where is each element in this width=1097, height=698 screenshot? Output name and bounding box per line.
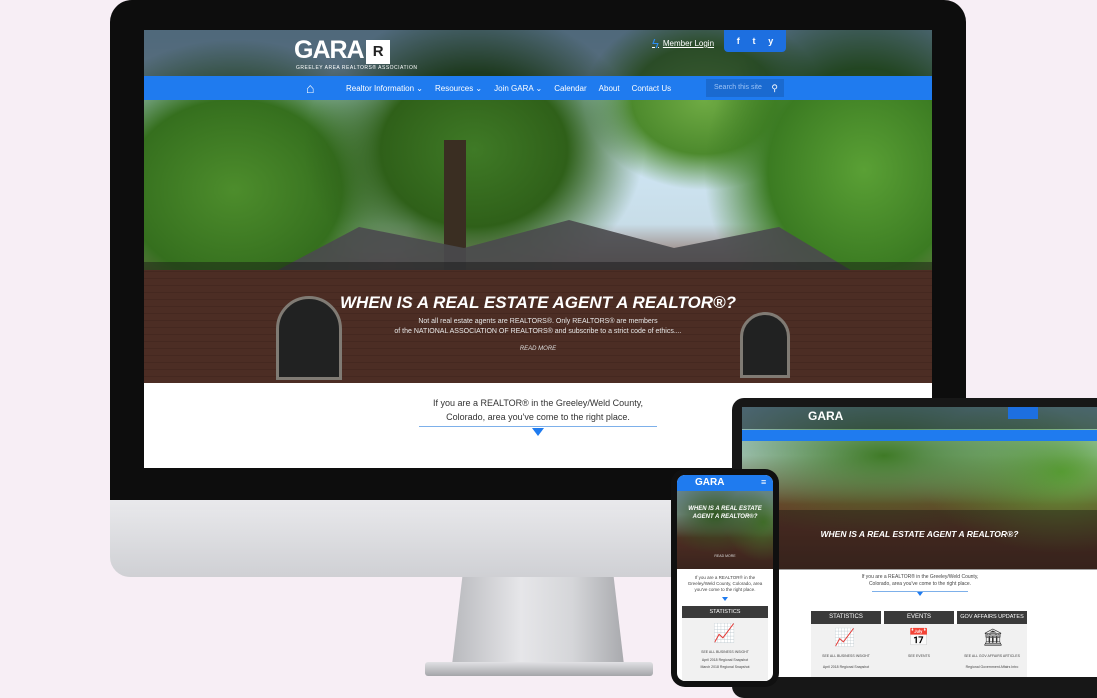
phone-read-more[interactable]: READ MORE (677, 554, 773, 558)
tablet-header (742, 407, 1097, 429)
site-logo[interactable]: GARA R (294, 36, 390, 65)
panel-events-link[interactable]: SEE EVENTS (884, 654, 954, 658)
tablet-nav (742, 430, 1097, 441)
nav-contact-us[interactable]: Contact Us (632, 84, 672, 93)
search-icon[interactable]: ⚲ (771, 79, 778, 97)
nav-join-gara[interactable]: Join GARA ⌄ (494, 84, 542, 93)
tablet-intro: If you are a REALTOR® in the Greeley/Wel… (861, 574, 979, 587)
panel-statistics-link[interactable]: SEE ALL BUSINESS INSIGHT (811, 654, 881, 658)
phone-panel-sub[interactable]: April 2018 Regional Snapshot (682, 658, 768, 662)
chart-up-icon: 📈 (834, 628, 856, 647)
panel-gov-title: GOV AFFAIRS UPDATES (957, 611, 1027, 624)
panel-gov-sub[interactable]: Regional Government Affairs Intro (957, 665, 1027, 669)
tablet-overlay (742, 510, 1097, 570)
header-bar (144, 30, 932, 76)
intro-text: If you are a REALTOR® in the Greeley/Wel… (374, 396, 702, 424)
youtube-icon[interactable]: y (768, 36, 773, 46)
phone-intro: If you are a REALTOR® in the Greeley/Wel… (687, 575, 763, 592)
nav-calendar[interactable]: Calendar (554, 84, 586, 93)
panel-events-title: EVENTS (884, 611, 954, 624)
scroll-down-icon[interactable] (532, 428, 544, 436)
capitol-icon: 🏛 (982, 628, 1004, 647)
calendar-star-icon: 📅 (908, 628, 930, 647)
imac-foot (425, 662, 653, 676)
intro-divider (419, 426, 657, 427)
phone-headline: WHEN IS A REAL ESTATE AGENT A REALTOR®? (688, 506, 762, 520)
phone-header (677, 475, 773, 491)
tablet-social (1008, 407, 1038, 419)
hero-text: Not all real estate agents are REALTORS®… (324, 317, 752, 337)
phone-panel-title: STATISTICS (682, 606, 768, 618)
hero-headline: WHEN IS A REAL ESTATE AGENT A REALTOR®? (340, 293, 736, 312)
facebook-icon[interactable]: f (737, 36, 740, 46)
home-icon[interactable]: ⌂ (306, 80, 314, 96)
search-placeholder: Search this site (714, 84, 762, 91)
panel-statistics-title: STATISTICS (811, 611, 881, 624)
intro-line: Colorado, area you've come to the right … (446, 412, 630, 422)
tablet-scroll-icon[interactable] (917, 592, 923, 596)
phone-scroll-icon[interactable] (722, 597, 728, 601)
hero-text-line: Not all real estate agents are REALTORS®… (418, 318, 658, 325)
phone-logo[interactable]: GARA (695, 477, 724, 488)
bolt-icon: ϟ (652, 36, 659, 51)
nav-about[interactable]: About (599, 84, 620, 93)
member-login-link[interactable]: ϟ Member Login (652, 36, 714, 51)
hero-text-line: of the NATIONAL ASSOCIATION OF REALTORS®… (394, 328, 682, 335)
social-links: f t y (724, 30, 786, 52)
tablet-screen: GARA WHEN IS A REAL ESTATE AGENT A REALT… (742, 407, 1097, 677)
tablet-headline: WHEN IS A REAL ESTATE AGENT A REALTOR®? (820, 529, 1019, 539)
imac-stand (452, 577, 624, 665)
twitter-icon[interactable]: t (752, 36, 755, 46)
nav-realtor-information[interactable]: Realtor Information ⌄ (346, 84, 423, 93)
nav-items: Realtor Information ⌄ Resources ⌄ Join G… (346, 76, 671, 100)
phone-panel-link[interactable]: SEE ALL BUSINESS INSIGHT (682, 650, 768, 654)
phone-panel-sub[interactable]: March 2018 Regional Snapshot (682, 665, 768, 669)
search-input[interactable]: Search this site ⚲ (706, 79, 784, 97)
panel-gov-link[interactable]: SEE ALL GOV AFFAIRS ARTICLES (957, 654, 1027, 658)
menu-icon[interactable]: ≡ (761, 477, 766, 487)
logo-tagline: GREELEY AREA REALTORS® ASSOCIATION (296, 65, 418, 71)
phone-screen: GARA ≡ WHEN IS A REAL ESTATE AGENT A REA… (677, 475, 773, 681)
panel-statistics-sub[interactable]: April 2018 Regional Snapshot (811, 665, 881, 669)
tablet-logo[interactable]: GARA (808, 409, 843, 423)
chart-up-icon: 📈 (713, 623, 736, 643)
intro-line: If you are a REALTOR® in the Greeley/Wel… (432, 398, 644, 408)
main-nav: ⌂ Realtor Information ⌄ Resources ⌄ Join… (144, 76, 932, 100)
read-more-link[interactable]: READ MORE (144, 346, 932, 352)
nav-resources[interactable]: Resources ⌄ (435, 84, 482, 93)
